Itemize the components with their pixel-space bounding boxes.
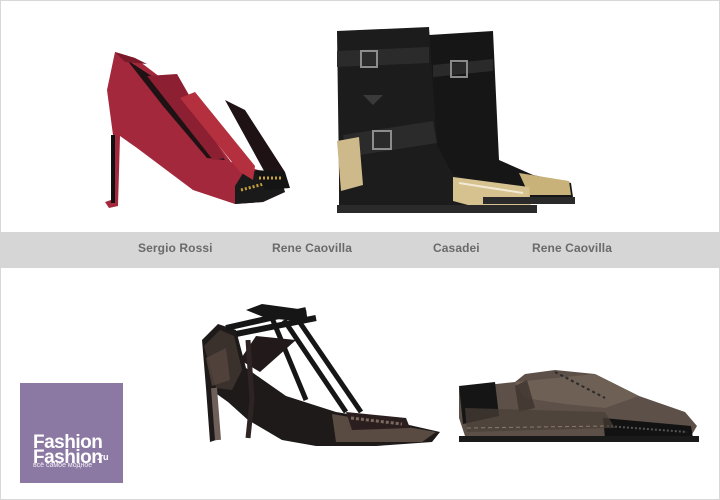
- fashionfashion-logo[interactable]: Fashion Fashion .ru всё самое модное: [20, 383, 123, 483]
- red-pump-image: [105, 52, 290, 208]
- brand-band: [0, 232, 720, 268]
- t-strap-heel-image: [202, 304, 440, 446]
- logo-domain: .ru: [97, 452, 109, 462]
- brand-label-rene-caovilla-1: Rene Caovilla: [272, 241, 352, 255]
- lace-oxford-image: [459, 370, 699, 442]
- brand-label-sergio-rossi: Sergio Rossi: [138, 241, 213, 255]
- brand-label-rene-caovilla-2: Rene Caovilla: [532, 241, 612, 255]
- logo-tagline: всё самое модное: [33, 462, 93, 469]
- brand-label-casadei: Casadei: [433, 241, 480, 255]
- black-boot-image: [337, 27, 575, 213]
